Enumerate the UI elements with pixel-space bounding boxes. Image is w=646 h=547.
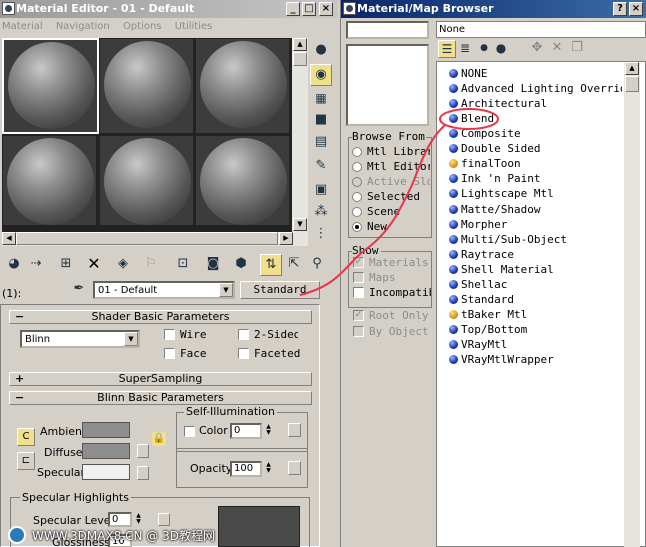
watermark: WWW.3DMAX8.CN @ 3D教程网: [8, 525, 215, 545]
annotation-circle: [439, 108, 499, 130]
watermark-logo-icon: [8, 526, 26, 544]
red-annotation-overlay: [299, 108, 499, 296]
annotation-arrow-line: [299, 124, 446, 296]
watermark-text: WWW.3DMAX8.CN @ 3D教程网: [32, 528, 216, 543]
